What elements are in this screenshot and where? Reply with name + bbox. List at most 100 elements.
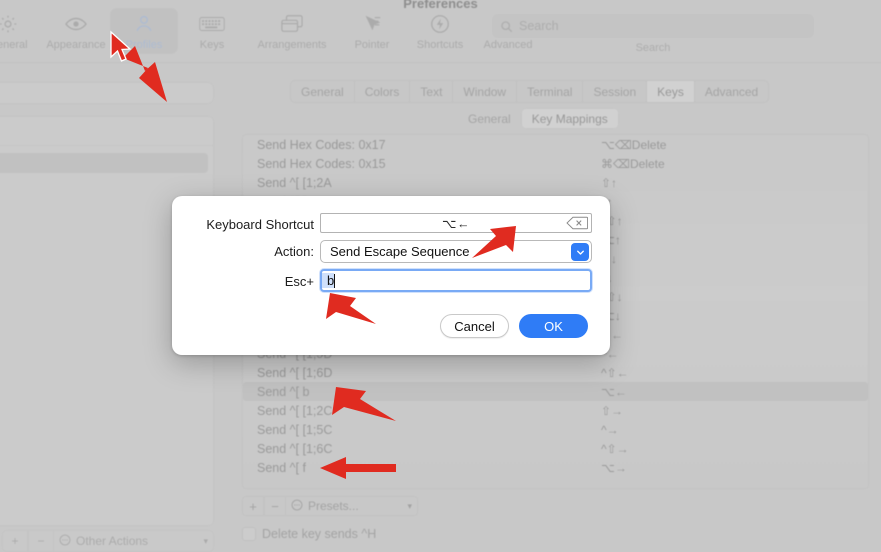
action-value: Send Escape Sequence bbox=[330, 244, 470, 259]
mapping-action: Send ^[ [1;6C bbox=[257, 441, 333, 456]
mapping-action: Send ^[ [1;2C bbox=[257, 403, 333, 418]
search-placeholder: Search bbox=[519, 19, 559, 33]
table-row[interactable]: Send ^[ b ⌥← bbox=[243, 382, 868, 401]
tab-terminal[interactable]: Terminal bbox=[517, 81, 584, 102]
chevron-down-icon: ▾ bbox=[407, 500, 412, 511]
esc-label: Esc+ bbox=[284, 274, 314, 289]
mapping-shortcut: ⌘⌫Delete bbox=[601, 156, 665, 171]
keyboard-shortcut-field[interactable]: ⌥← bbox=[320, 213, 592, 233]
search-icon bbox=[500, 20, 513, 33]
table-row[interactable]: Send Hex Codes: 0x15 ⌘⌫Delete bbox=[243, 154, 868, 173]
cancel-button[interactable]: Cancel bbox=[440, 314, 509, 338]
delete-key-checkbox[interactable] bbox=[242, 527, 256, 541]
table-row[interactable]: Send ^[ [1;2C ⇧→ bbox=[243, 401, 868, 420]
mapping-shortcut: ⌥← bbox=[601, 384, 627, 399]
other-actions-label: Other Actions bbox=[76, 534, 149, 548]
mapping-action: Send ^[ [1;5C bbox=[257, 422, 333, 437]
add-mapping-button[interactable]: + bbox=[242, 496, 264, 516]
profiles-toolbar: + − Other Actions ▾ bbox=[2, 530, 214, 552]
chevron-down-icon[interactable] bbox=[571, 243, 589, 261]
mapping-action: Send ^[ f bbox=[257, 460, 306, 475]
action-label: Action: bbox=[274, 244, 314, 259]
delete-key-checkbox-label: Delete key sends ^H bbox=[262, 527, 377, 541]
mapping-shortcut: ^⇧→ bbox=[601, 441, 629, 456]
toolbar-search-wrap: Search Search bbox=[492, 14, 814, 54]
mapping-shortcut: ⌥⌫Delete bbox=[601, 137, 667, 152]
toolbar-items: General Appearance Pro bbox=[0, 8, 542, 54]
profile-tabbar: General Colors Text Window Terminal Sess… bbox=[290, 80, 770, 103]
mapping-shortcut: ^⇧← bbox=[601, 365, 629, 380]
toolbar-item-arrangements[interactable]: Arrangements bbox=[246, 8, 338, 54]
toolbar-item-shortcuts[interactable]: Shortcuts bbox=[406, 8, 474, 54]
remove-profile-button[interactable]: − bbox=[28, 530, 54, 552]
tab-keys[interactable]: Keys bbox=[647, 81, 695, 102]
eye-icon bbox=[64, 12, 88, 36]
esc-sequence-value: b bbox=[322, 273, 335, 288]
ok-button[interactable]: OK bbox=[519, 314, 588, 338]
mapping-action: Send ^[ [1;2A bbox=[257, 175, 332, 190]
mapping-action: Send Hex Codes: 0x15 bbox=[257, 156, 386, 171]
remove-mapping-button[interactable]: − bbox=[264, 496, 286, 516]
table-row[interactable]: Send ^[ [1;2A ⇧↑ bbox=[243, 173, 868, 192]
action-dropdown[interactable]: Send Escape Sequence bbox=[320, 240, 592, 263]
toolbar-item-pointer[interactable]: Pointer bbox=[338, 8, 406, 54]
person-icon bbox=[133, 12, 155, 36]
keyboard-shortcut-value: ⌥← bbox=[442, 216, 470, 231]
mapping-shortcut: ^→ bbox=[601, 422, 619, 437]
esc-sequence-input[interactable]: b bbox=[320, 269, 592, 292]
toolbar-item-label: Profiles bbox=[125, 39, 163, 51]
delete-key-icon[interactable] bbox=[566, 216, 589, 230]
mapping-action: Send Hex Codes: 0x17 bbox=[257, 137, 386, 152]
keys-subtabbar: General Key Mappings bbox=[458, 108, 619, 129]
toolbar-item-label: General bbox=[0, 39, 28, 51]
key-mappings-toolbar: + − Presets... ▾ bbox=[242, 496, 418, 516]
toolbar-item-label: Pointer bbox=[354, 39, 390, 51]
bolt-icon bbox=[429, 12, 451, 36]
preferences-toolbar: Preferences General App bbox=[0, 0, 881, 63]
search-caption: Search bbox=[635, 42, 671, 54]
toolbar-item-general[interactable]: General bbox=[0, 8, 42, 54]
tab-advanced[interactable]: Advanced bbox=[695, 81, 768, 102]
subtab-key-mappings[interactable]: Key Mappings bbox=[520, 108, 619, 129]
toolbar-item-label: Shortcuts bbox=[416, 39, 464, 51]
table-row[interactable]: Send ^[ f ⌥→ bbox=[243, 458, 868, 477]
toolbar-item-keys[interactable]: Keys bbox=[178, 8, 246, 54]
table-row[interactable]: Send ^[ [1;5C ^→ bbox=[243, 420, 868, 439]
profiles-list-selected-row[interactable] bbox=[0, 153, 208, 173]
toolbar-item-label: Appearance bbox=[46, 39, 106, 51]
gear-icon bbox=[0, 12, 19, 36]
dialog-buttons: Cancel OK bbox=[440, 314, 588, 338]
table-row[interactable]: Send ^[ [1;6C ^⇧→ bbox=[243, 439, 868, 458]
toolbar-item-profiles[interactable]: Profiles bbox=[110, 8, 178, 54]
mapping-shortcut: ⇧↑ bbox=[601, 175, 618, 190]
add-profile-button[interactable]: + bbox=[2, 530, 28, 552]
tab-window[interactable]: Window bbox=[453, 81, 518, 102]
tab-general[interactable]: General bbox=[291, 81, 355, 102]
tab-colors[interactable]: Colors bbox=[355, 81, 411, 102]
delete-key-checkbox-row[interactable]: Delete key sends ^H bbox=[242, 527, 376, 541]
toolbar-item-label: Keys bbox=[199, 39, 225, 51]
keyboard-shortcut-label: Keyboard Shortcut bbox=[206, 217, 314, 232]
profiles-search-input[interactable] bbox=[0, 82, 214, 104]
presets-label: Presets... bbox=[308, 499, 359, 513]
profiles-list-header bbox=[0, 117, 213, 146]
toolbar-item-appearance[interactable]: Appearance bbox=[42, 8, 110, 54]
presets-dropdown[interactable]: Presets... ▾ bbox=[286, 496, 418, 516]
mapping-action: Send ^[ [1;6D bbox=[257, 365, 333, 380]
text-caret bbox=[334, 273, 336, 288]
chevron-down-icon: ▾ bbox=[203, 535, 208, 546]
mapping-shortcut: ⇧→ bbox=[601, 403, 624, 418]
table-row[interactable]: Send Hex Codes: 0x17 ⌥⌫Delete bbox=[243, 135, 868, 154]
mapping-action: Send ^[ b bbox=[257, 384, 310, 399]
search-input[interactable]: Search bbox=[492, 14, 814, 38]
subtab-general[interactable]: General bbox=[458, 108, 521, 129]
other-actions-dropdown[interactable]: Other Actions ▾ bbox=[54, 530, 214, 552]
toolbar-item-label: Arrangements bbox=[257, 39, 327, 51]
windows-icon bbox=[279, 12, 305, 36]
cursor-icon bbox=[361, 12, 383, 36]
tab-session[interactable]: Session bbox=[583, 81, 648, 102]
mapping-shortcut: ⌥→ bbox=[601, 460, 627, 475]
ellipsis-circle-icon bbox=[291, 499, 303, 514]
tab-text[interactable]: Text bbox=[410, 81, 454, 102]
table-row[interactable]: Send ^[ [1;6D ^⇧← bbox=[243, 363, 868, 382]
